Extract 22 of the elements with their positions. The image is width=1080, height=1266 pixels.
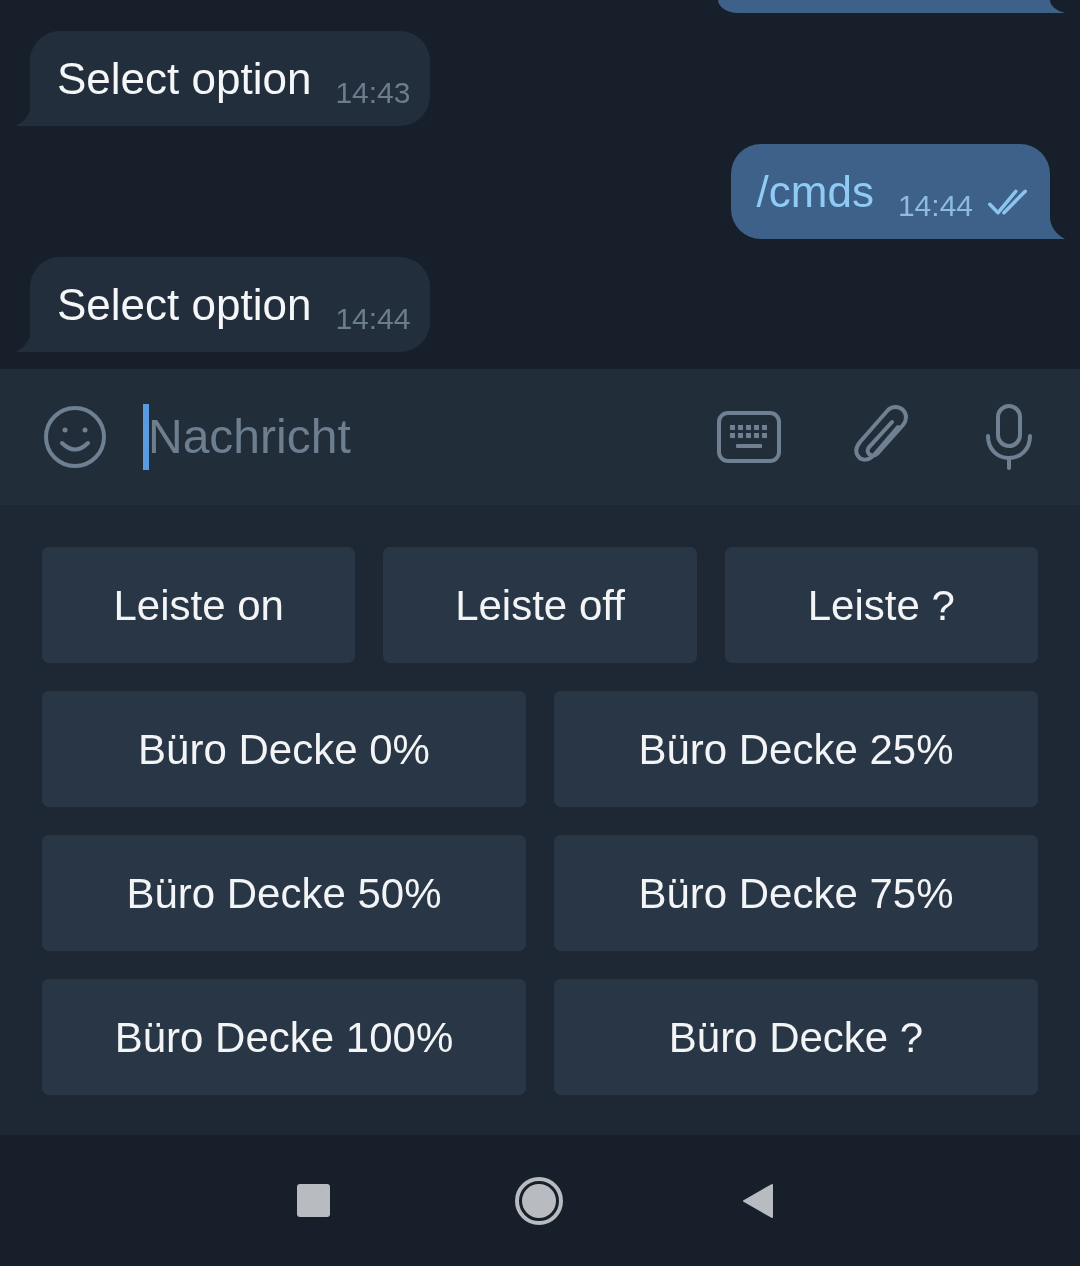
keyboard-button[interactable]: Leiste off xyxy=(383,547,697,663)
home-circle-icon[interactable] xyxy=(515,1176,563,1225)
keyboard-button[interactable]: Leiste ? xyxy=(724,547,1038,663)
keyboard-button[interactable]: Büro Decke 25% xyxy=(554,691,1038,807)
keyboard-button[interactable]: Büro Decke 0% xyxy=(42,691,526,807)
message-time: 14:43 xyxy=(335,77,411,108)
keyboard-icon[interactable] xyxy=(717,411,781,463)
keyboard-button[interactable]: Büro Decke 100% xyxy=(42,979,526,1095)
message-text: /cmds xyxy=(756,169,874,214)
microphone-icon[interactable] xyxy=(985,404,1033,470)
keyboard-button[interactable]: Büro Decke 75% xyxy=(554,835,1038,951)
message-time: 14:44 xyxy=(335,303,411,334)
message-time: 14:44 xyxy=(897,190,973,221)
back-icon[interactable] xyxy=(742,1182,774,1219)
text-cursor xyxy=(143,404,149,470)
message-text: Select option xyxy=(57,282,312,327)
keyboard-button[interactable]: Büro Decke 50% xyxy=(42,835,526,951)
message-input-field[interactable]: Nachricht xyxy=(148,404,697,470)
keyboard-button[interactable]: Büro Decke ? xyxy=(554,979,1038,1095)
emoji-icon[interactable] xyxy=(44,406,106,468)
message-text: Select option xyxy=(57,56,312,101)
keyboard-button[interactable]: Leiste on xyxy=(42,547,356,663)
